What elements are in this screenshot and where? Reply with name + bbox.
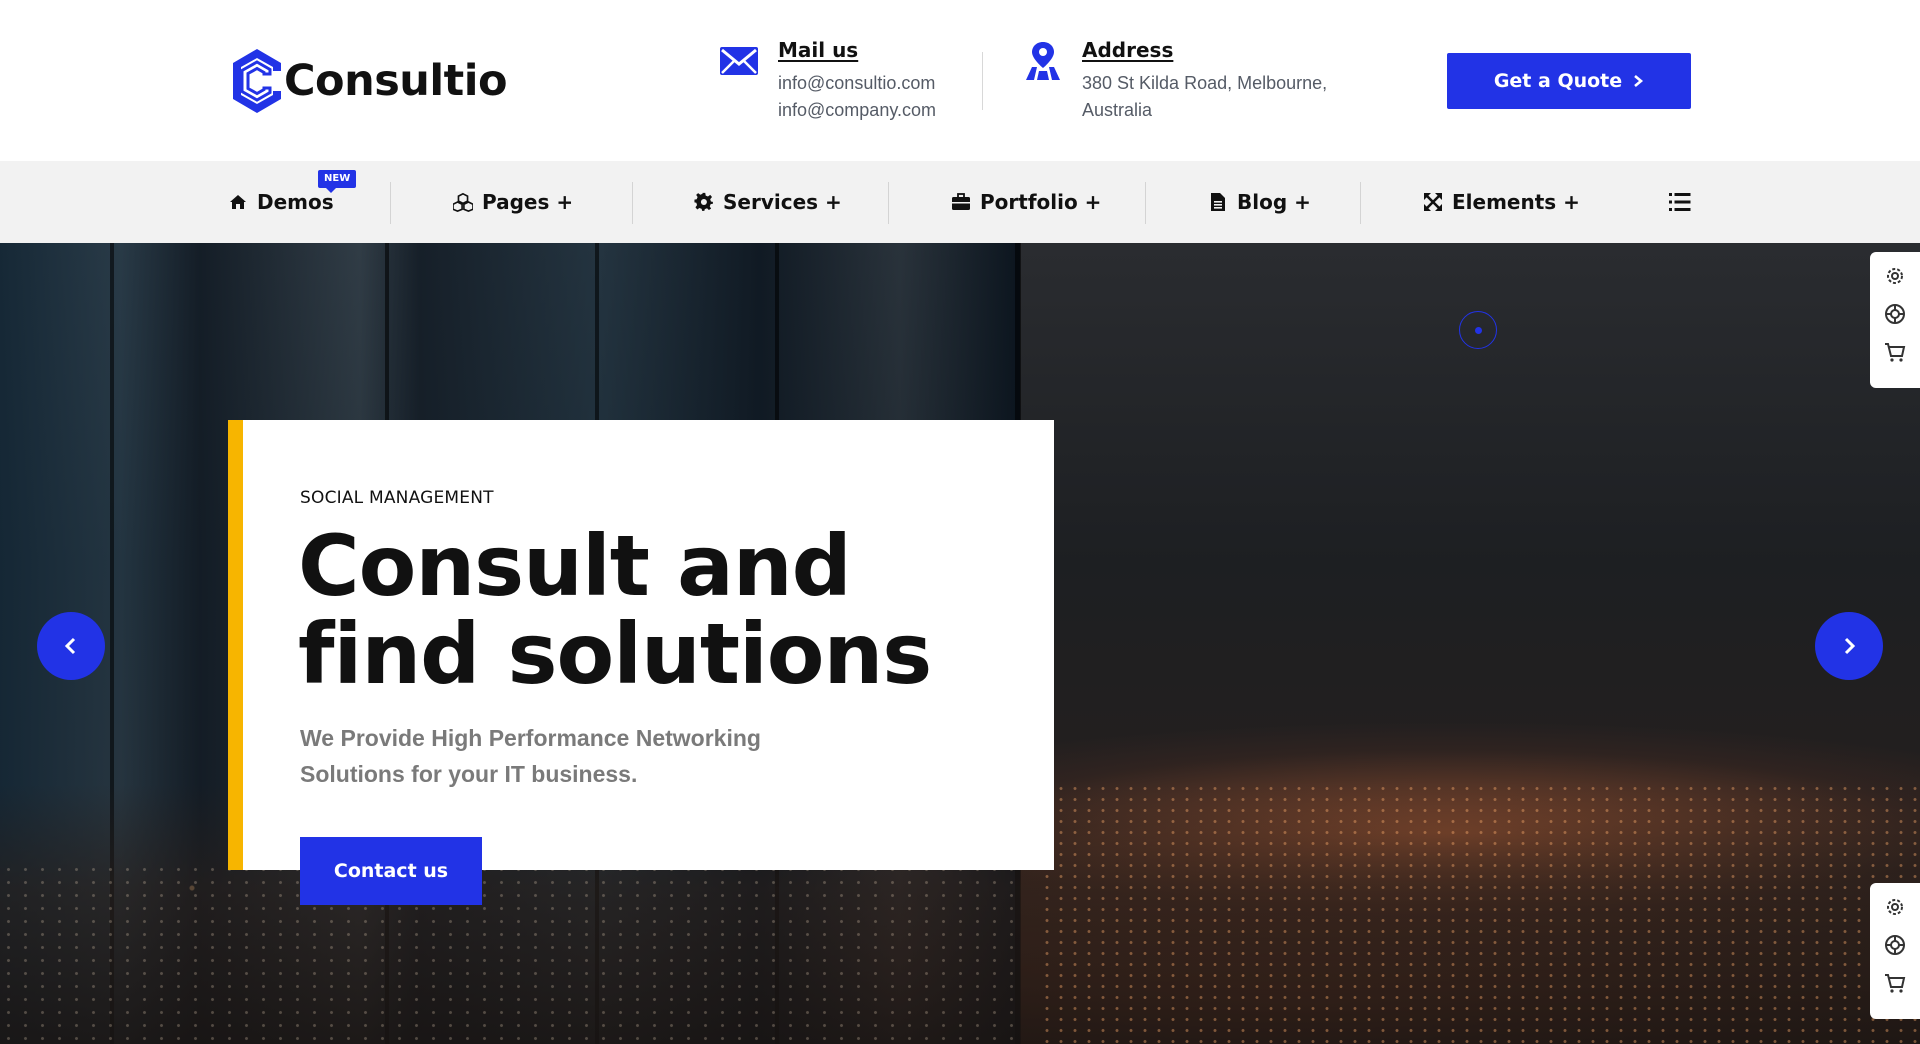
briefcase-icon <box>952 193 970 210</box>
get-quote-button[interactable]: Get a Quote <box>1447 53 1691 109</box>
mail-line-2[interactable]: info@company.com <box>778 97 936 124</box>
cart-icon[interactable] <box>1883 340 1907 364</box>
side-toolbar-bottom <box>1870 883 1920 1019</box>
hero-eyebrow: SOCIAL MANAGEMENT <box>300 488 494 508</box>
card-accent-bar <box>228 420 243 870</box>
hero-city-lights <box>0 863 1020 1043</box>
mail-info: Mail us info@consultio.com info@company.… <box>718 38 936 124</box>
slider-dot-indicator[interactable] <box>1459 311 1497 349</box>
nav-label-portfolio: Portfolio + <box>980 190 1102 214</box>
nav-separator <box>1360 182 1361 224</box>
nav-label-blog: Blog + <box>1237 190 1311 214</box>
logo-mark-icon <box>233 49 281 113</box>
nav-item-portfolio[interactable]: Portfolio + <box>951 161 1101 243</box>
expand-icon <box>1424 193 1442 211</box>
slider-prev-button[interactable] <box>37 612 105 680</box>
nav-item-elements[interactable]: Elements + <box>1423 161 1580 243</box>
mail-line-1[interactable]: info@consultio.com <box>778 70 936 97</box>
cubes-icon <box>453 192 473 212</box>
brand-name: Consultio <box>284 56 508 106</box>
gear-icon[interactable] <box>1883 895 1907 919</box>
nav-label-demos: Demos <box>257 190 334 214</box>
new-badge: NEW <box>318 170 357 193</box>
hero-subtext-line-1: We Provide High Performance Networking <box>300 725 761 751</box>
address-line-2: Australia <box>1082 100 1153 120</box>
hero-slide-card: SOCIAL MANAGEMENT Consult and find solut… <box>228 420 1054 870</box>
hero-city-lights <box>1040 783 1920 1043</box>
nav-separator <box>888 182 889 224</box>
header-divider <box>982 52 983 110</box>
side-toolbar-top <box>1870 252 1920 388</box>
nav-item-blog[interactable]: Blog + <box>1208 161 1311 243</box>
lifebuoy-icon[interactable] <box>1883 933 1907 957</box>
logo[interactable]: Consultio <box>228 46 508 116</box>
list-icon[interactable] <box>1668 190 1692 214</box>
chevron-right-icon <box>1844 637 1856 655</box>
nav-separator <box>1145 182 1146 224</box>
cart-icon[interactable] <box>1883 971 1907 995</box>
mail-title[interactable]: Mail us <box>778 38 936 62</box>
lifebuoy-icon[interactable] <box>1883 302 1907 326</box>
gear-icon <box>694 192 713 211</box>
address-info: Address 380 St Kilda Road, Melbourne, Au… <box>1022 38 1327 124</box>
chevron-right-icon <box>1634 75 1644 87</box>
hero-headline-line-2: find solutions <box>298 605 932 703</box>
site-header: Consultio Mail us info@consultio.com inf… <box>0 0 1920 161</box>
nav-label-services: Services + <box>723 190 842 214</box>
gear-icon[interactable] <box>1883 264 1907 288</box>
envelope-icon <box>720 47 758 75</box>
hero-headline: Consult and find solutions <box>298 522 1018 698</box>
document-icon <box>1211 193 1225 211</box>
hero-headline-line-1: Consult and <box>298 517 852 615</box>
contact-us-button[interactable]: Contact us <box>300 837 482 905</box>
chevron-left-icon <box>64 637 76 655</box>
get-quote-label: Get a Quote <box>1493 70 1623 92</box>
hero-subtext-line-2: Solutions for your IT business. <box>300 761 638 787</box>
nav-separator <box>390 182 391 224</box>
nav-item-pages[interactable]: Pages + <box>453 161 573 243</box>
nav-separator <box>632 182 633 224</box>
hero-subtext: We Provide High Performance Networking S… <box>300 720 820 792</box>
map-pin-icon <box>1026 42 1060 80</box>
address-line-1: 380 St Kilda Road, Melbourne, <box>1082 73 1328 93</box>
nav-label-elements: Elements + <box>1452 190 1580 214</box>
home-icon <box>230 195 246 209</box>
nav-label-pages: Pages + <box>482 190 574 214</box>
nav-item-services[interactable]: Services + <box>694 161 842 243</box>
address-title[interactable]: Address <box>1082 38 1327 62</box>
slider-next-button[interactable] <box>1815 612 1883 680</box>
